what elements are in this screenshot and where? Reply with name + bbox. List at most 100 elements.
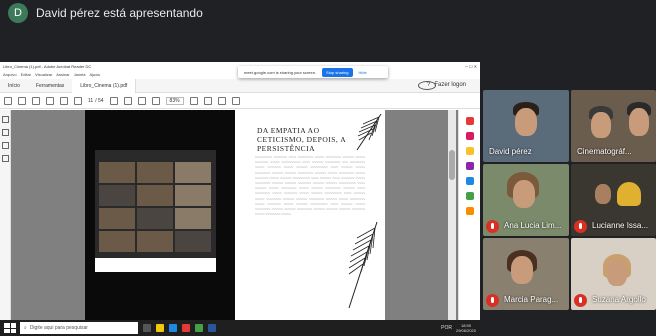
viewer-scrollbar[interactable] xyxy=(448,110,456,320)
participant-face xyxy=(511,256,533,284)
meet-header: D David pérez está apresentando xyxy=(0,0,656,28)
login-button[interactable]: Fazer logon xyxy=(426,82,474,88)
more-tools-icon[interactable] xyxy=(465,207,474,215)
menu-visualizar[interactable]: Visualizar xyxy=(35,72,52,78)
participant-tile[interactable]: Lucianne Issa... xyxy=(571,164,656,236)
participant-name: Marcia Parag... xyxy=(504,295,559,304)
bookmark-icon[interactable] xyxy=(2,129,9,136)
attachment-icon[interactable] xyxy=(2,142,9,149)
fill-sign-icon[interactable] xyxy=(465,162,474,170)
pdf-page-right: DA EMPATIA AO CETICISMO, DEPOIS, A PERSI… xyxy=(235,110,385,320)
window-controls[interactable]: ─ ☐ ✕ xyxy=(465,64,477,69)
screen-share-notice: meet.google.com is sharing your screen. … xyxy=(238,66,388,78)
hand-icon[interactable] xyxy=(123,96,132,105)
participant-tile[interactable]: David pérez xyxy=(483,90,569,162)
taskbar-search[interactable]: ⌕ Digite aqui para pesquisar xyxy=(20,322,138,334)
participant-name: Ana Lucia Lim... xyxy=(504,221,562,230)
zoom-out-icon[interactable] xyxy=(137,96,146,105)
menu-ajuda[interactable]: Ajuda xyxy=(89,72,99,78)
page-down-icon[interactable] xyxy=(74,96,82,105)
menu-arquivo[interactable]: Arquivo xyxy=(3,72,17,78)
chrome-icon[interactable] xyxy=(195,324,203,332)
share-icon[interactable] xyxy=(231,96,240,105)
pen-icon[interactable] xyxy=(203,96,212,105)
participant-name: Cinematográf... xyxy=(577,147,632,156)
search-icon[interactable] xyxy=(46,96,54,105)
file-explorer-icon[interactable] xyxy=(156,324,164,332)
zoom-in-icon[interactable] xyxy=(151,96,160,105)
page-photo-video-call xyxy=(95,150,216,272)
windows-taskbar: ⌕ Digite aqui para pesquisar POR 18:59 2… xyxy=(0,320,480,336)
tab-document[interactable]: Libro_Cinema (1).pdf xyxy=(72,78,137,93)
share-notice-text: meet.google.com is sharing your screen. xyxy=(244,69,317,75)
acrobat-taskbar-icon[interactable] xyxy=(182,324,190,332)
participant-tile[interactable]: Marcia Parag... xyxy=(483,238,569,310)
participant-face xyxy=(595,184,611,204)
search-placeholder: Digite aqui para pesquisar xyxy=(29,325,88,331)
comment-icon[interactable] xyxy=(189,96,198,105)
participant-face xyxy=(515,108,537,136)
page-up-icon[interactable] xyxy=(60,96,68,105)
photo-call-bar xyxy=(95,258,216,272)
menu-assinar[interactable]: Assinar xyxy=(56,72,69,78)
photo-participant-grid xyxy=(99,162,211,252)
participant-name: Lucianne Issa... xyxy=(592,221,649,230)
sign-icon[interactable] xyxy=(217,96,226,105)
print-icon[interactable] xyxy=(32,96,40,105)
word-icon[interactable] xyxy=(208,324,216,332)
thumbnails-icon[interactable] xyxy=(2,116,9,123)
organize-pages-icon[interactable] xyxy=(465,192,474,200)
acrobat-toolbar: 11 / 54 83% xyxy=(0,93,480,109)
participant-tile[interactable]: Ana Lucia Lim... xyxy=(483,164,569,236)
mail-icon[interactable] xyxy=(169,324,177,332)
presenter-avatar: D xyxy=(8,3,28,23)
participant-face-2 xyxy=(629,108,649,136)
chapter-title: DA EMPATIA AO CETICISMO, DEPOIS, A PERSI… xyxy=(257,126,346,153)
page-total: / 54 xyxy=(95,97,104,104)
cursor-icon[interactable] xyxy=(109,96,118,105)
presenter-label: David pérez está apresentando xyxy=(36,6,203,20)
language-indicator[interactable]: POR xyxy=(441,325,452,331)
tab-ferramentas[interactable]: Ferramentas xyxy=(28,83,72,89)
participant-name: Suzana Argollo xyxy=(592,295,646,304)
windows-start-icon[interactable] xyxy=(4,323,16,333)
mic-off-icon xyxy=(486,294,499,307)
document-viewer[interactable]: DA EMPATIA AO CETICISMO, DEPOIS, A PERSI… xyxy=(11,110,458,320)
clock-date: 29/06/2020 xyxy=(455,328,476,333)
participant-tile[interactable]: Cinematográf... xyxy=(571,90,656,162)
scrollbar-thumb[interactable] xyxy=(449,150,455,180)
create-pdf-icon[interactable] xyxy=(465,117,474,125)
edit-pdf-icon[interactable] xyxy=(465,132,474,140)
export-pdf-icon[interactable] xyxy=(465,177,474,185)
layers-icon[interactable] xyxy=(2,155,9,162)
upload-icon[interactable] xyxy=(18,96,26,105)
comment-tool-icon[interactable] xyxy=(465,147,474,155)
right-tools-rail xyxy=(458,110,480,320)
task-view-icon[interactable] xyxy=(143,324,151,332)
participant-face xyxy=(607,260,627,286)
mic-off-icon xyxy=(486,220,499,233)
hide-button[interactable]: Hide xyxy=(359,70,367,75)
participant-photo xyxy=(617,182,641,206)
page-indicator[interactable]: 11 / 54 xyxy=(88,98,104,104)
body-text: ~~~~~~~~~ ~~~~~~~ ~~~~ ~~~~~~~~ ~~~~~ ~~… xyxy=(255,155,365,217)
page-current[interactable]: 11 xyxy=(88,98,93,104)
participant-face xyxy=(513,180,535,208)
tab-inicio[interactable]: Início xyxy=(0,83,28,89)
clock[interactable]: 18:59 29/06/2020 xyxy=(456,323,476,333)
participant-tiles: David pérez Cinematográf... Ana Lucia Li… xyxy=(483,90,656,336)
search-icon: ⌕ xyxy=(24,325,27,331)
left-nav-rail xyxy=(0,110,11,330)
save-icon[interactable] xyxy=(4,96,12,105)
participant-tile[interactable]: Suzana Argollo xyxy=(571,238,656,310)
menu-editar[interactable]: Editar xyxy=(21,72,31,78)
acrobat-tabs: Início Ferramentas Libro_Cinema (1).pdf … xyxy=(0,78,480,93)
zoom-select[interactable]: 83% xyxy=(165,96,184,105)
pdf-page-left xyxy=(85,110,235,320)
participant-name: David pérez xyxy=(489,147,532,156)
participant-face xyxy=(591,112,611,138)
system-tray: POR 18:59 29/06/2020 xyxy=(441,323,476,333)
stop-sharing-button[interactable]: Stop sharing xyxy=(322,67,353,77)
mic-off-icon xyxy=(574,220,587,233)
menu-janela[interactable]: Janela xyxy=(74,72,86,78)
